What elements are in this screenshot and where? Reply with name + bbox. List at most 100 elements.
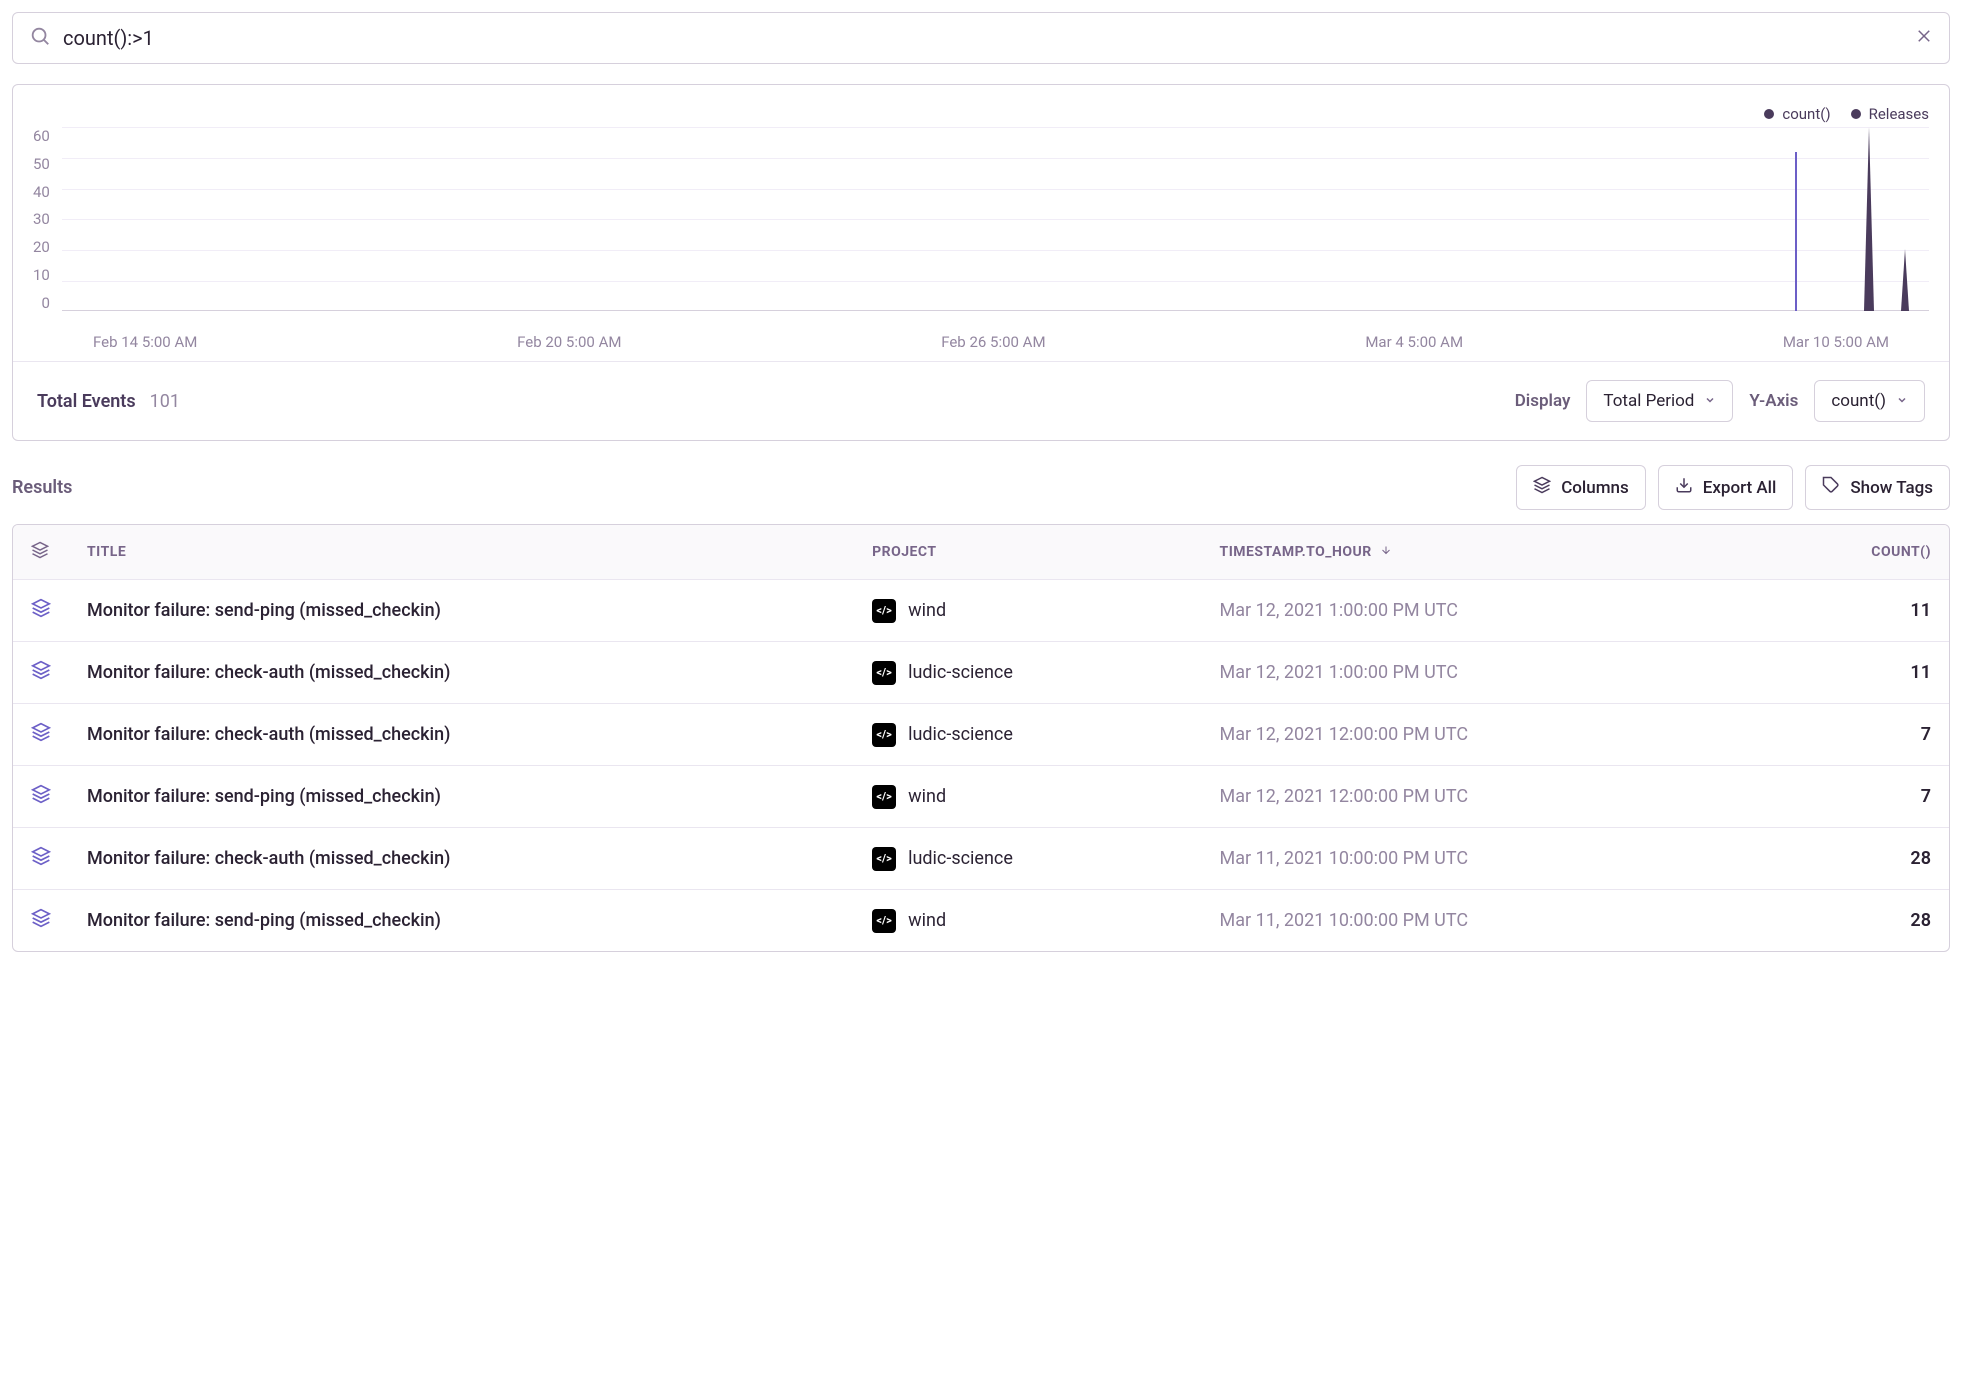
chevron-down-icon	[1896, 391, 1908, 411]
layers-icon	[31, 784, 51, 804]
chart-area: count() Releases 60 50 40 30 20 10 0	[13, 85, 1949, 361]
display-dropdown[interactable]: Total Period	[1586, 380, 1733, 422]
legend-item-count[interactable]: count()	[1764, 105, 1830, 123]
column-header-count[interactable]: COUNT()	[1761, 525, 1949, 580]
project-name: wind	[908, 786, 946, 807]
project-badge-icon: </>	[872, 599, 896, 623]
x-tick: Mar 10 5:00 AM	[1783, 333, 1889, 351]
chart-panel: count() Releases 60 50 40 30 20 10 0	[12, 84, 1950, 441]
row-timestamp: Mar 12, 2021 12:00:00 PM UTC	[1202, 766, 1761, 828]
layers-icon	[31, 547, 49, 563]
total-events: Total Events 101	[37, 391, 180, 412]
sort-descending-icon	[1380, 544, 1392, 560]
x-tick: Mar 4 5:00 AM	[1365, 333, 1463, 351]
download-icon	[1675, 476, 1693, 499]
row-project[interactable]: </> wind	[872, 909, 1183, 933]
display-label: Display	[1515, 391, 1571, 411]
row-project[interactable]: </> ludic-science	[872, 661, 1183, 685]
legend-dot-icon	[1764, 109, 1774, 119]
column-header-title[interactable]: TITLE	[69, 525, 854, 580]
x-axis: Feb 14 5:00 AM Feb 20 5:00 AM Feb 26 5:0…	[33, 327, 1929, 351]
row-project[interactable]: </> ludic-science	[872, 847, 1183, 871]
gridlines	[62, 127, 1929, 327]
columns-button[interactable]: Columns	[1516, 465, 1646, 510]
column-header-label: TIMESTAMP.TO_HOUR	[1220, 544, 1372, 560]
column-header-project[interactable]: PROJECT	[854, 525, 1201, 580]
y-tick: 20	[33, 238, 50, 256]
y-tick: 40	[33, 183, 50, 201]
table-row[interactable]: Monitor failure: check-auth (missed_chec…	[13, 828, 1949, 890]
button-label: Columns	[1561, 478, 1629, 498]
project-badge-icon: </>	[872, 785, 896, 809]
dropdown-value: count()	[1831, 391, 1886, 411]
results-table: TITLE PROJECT TIMESTAMP.TO_HOUR COUNT() …	[12, 524, 1950, 952]
search-input[interactable]	[63, 26, 1903, 50]
export-all-button[interactable]: Export All	[1658, 465, 1794, 510]
total-events-value: 101	[150, 391, 180, 412]
table-header-row: TITLE PROJECT TIMESTAMP.TO_HOUR COUNT()	[13, 525, 1949, 580]
column-header-timestamp[interactable]: TIMESTAMP.TO_HOUR	[1202, 525, 1761, 580]
chart-controls: Display Total Period Y-Axis count()	[1515, 380, 1925, 422]
legend-item-releases[interactable]: Releases	[1851, 105, 1929, 123]
row-count: 11	[1761, 642, 1949, 704]
plot-area[interactable]	[62, 127, 1929, 327]
row-timestamp: Mar 11, 2021 10:00:00 PM UTC	[1202, 828, 1761, 890]
project-name: ludic-science	[908, 724, 1013, 745]
project-name: wind	[908, 600, 946, 621]
x-tick: Feb 14 5:00 AM	[93, 333, 197, 351]
tag-icon	[1822, 476, 1840, 499]
chart-bar	[1864, 127, 1874, 311]
chart-bar	[1795, 152, 1797, 311]
legend-dot-icon	[1851, 109, 1861, 119]
layers-icon	[31, 598, 51, 618]
row-title[interactable]: Monitor failure: check-auth (missed_chec…	[69, 704, 854, 766]
row-count: 28	[1761, 890, 1949, 952]
legend-label: count()	[1782, 105, 1830, 123]
show-tags-button[interactable]: Show Tags	[1805, 465, 1950, 510]
x-tick: Feb 26 5:00 AM	[941, 333, 1045, 351]
row-timestamp: Mar 12, 2021 1:00:00 PM UTC	[1202, 580, 1761, 642]
yaxis-dropdown[interactable]: count()	[1814, 380, 1925, 422]
project-name: ludic-science	[908, 662, 1013, 683]
layers-icon	[31, 846, 51, 866]
row-count: 11	[1761, 580, 1949, 642]
y-tick: 50	[33, 155, 50, 173]
project-name: wind	[908, 910, 946, 931]
y-tick: 0	[41, 294, 49, 312]
row-timestamp: Mar 11, 2021 10:00:00 PM UTC	[1202, 890, 1761, 952]
row-timestamp: Mar 12, 2021 12:00:00 PM UTC	[1202, 704, 1761, 766]
table-row[interactable]: Monitor failure: send-ping (missed_check…	[13, 766, 1949, 828]
clear-search-icon[interactable]	[1915, 27, 1933, 49]
row-project[interactable]: </> wind	[872, 785, 1183, 809]
row-project[interactable]: </> ludic-science	[872, 723, 1183, 747]
table-row[interactable]: Monitor failure: check-auth (missed_chec…	[13, 642, 1949, 704]
project-badge-icon: </>	[872, 661, 896, 685]
row-count: 7	[1761, 704, 1949, 766]
project-badge-icon: </>	[872, 723, 896, 747]
row-title[interactable]: Monitor failure: check-auth (missed_chec…	[69, 828, 854, 890]
results-title: Results	[12, 477, 72, 498]
column-header-icon[interactable]	[13, 525, 69, 580]
table-row[interactable]: Monitor failure: check-auth (missed_chec…	[13, 704, 1949, 766]
button-label: Export All	[1703, 478, 1777, 498]
row-count: 28	[1761, 828, 1949, 890]
search-bar	[12, 12, 1950, 64]
row-project[interactable]: </> wind	[872, 599, 1183, 623]
project-badge-icon: </>	[872, 909, 896, 933]
layers-icon	[1533, 476, 1551, 499]
row-title[interactable]: Monitor failure: check-auth (missed_chec…	[69, 642, 854, 704]
chart-legend: count() Releases	[33, 105, 1929, 123]
legend-label: Releases	[1869, 105, 1929, 123]
row-title[interactable]: Monitor failure: send-ping (missed_check…	[69, 766, 854, 828]
project-badge-icon: </>	[872, 847, 896, 871]
yaxis-label: Y-Axis	[1749, 391, 1798, 411]
row-timestamp: Mar 12, 2021 1:00:00 PM UTC	[1202, 642, 1761, 704]
dropdown-value: Total Period	[1603, 391, 1694, 411]
table-row[interactable]: Monitor failure: send-ping (missed_check…	[13, 890, 1949, 952]
chart-bar	[1901, 249, 1909, 311]
project-name: ludic-science	[908, 848, 1013, 869]
table-row[interactable]: Monitor failure: send-ping (missed_check…	[13, 580, 1949, 642]
row-title[interactable]: Monitor failure: send-ping (missed_check…	[69, 890, 854, 952]
row-title[interactable]: Monitor failure: send-ping (missed_check…	[69, 580, 854, 642]
results-actions: Columns Export All Show Tags	[1516, 465, 1950, 510]
